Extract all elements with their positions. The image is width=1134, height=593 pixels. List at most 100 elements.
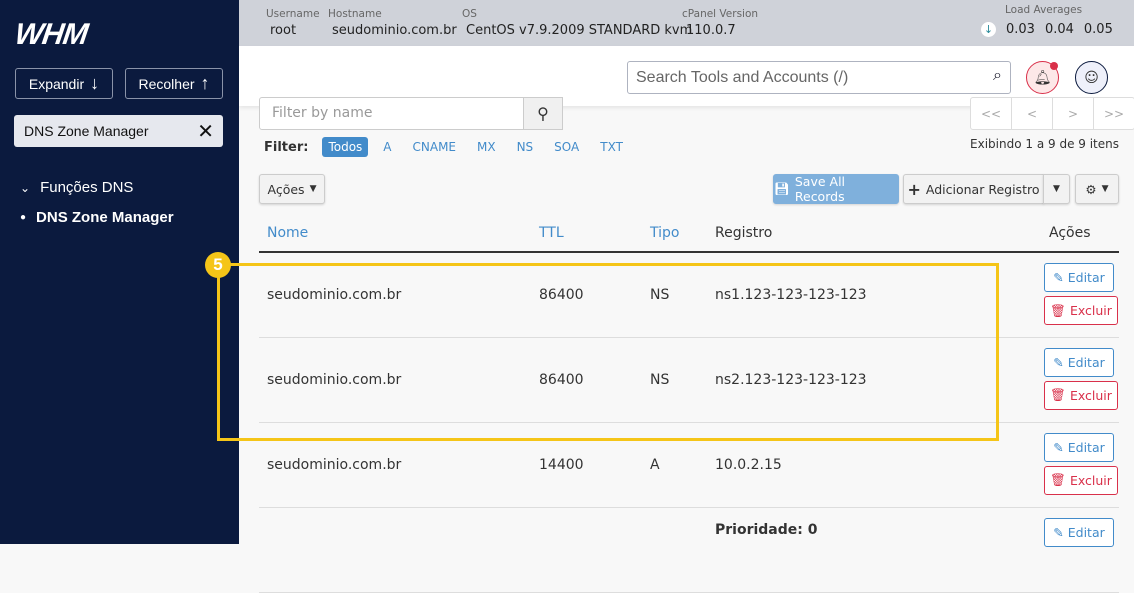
first-page-button[interactable]: <<	[971, 98, 1012, 129]
cpanel-value: 110.0.7	[686, 23, 736, 38]
load-5: 0.04	[1044, 22, 1074, 37]
annotation-badge: 5	[205, 252, 231, 278]
edit-label: Editar	[1067, 354, 1105, 370]
cell-actions: ✎ Editar	[1031, 507, 1119, 593]
trash-icon: 🗑︎	[1050, 472, 1066, 487]
chip-a[interactable]: A	[377, 137, 397, 157]
search-icon: ⌕	[993, 67, 1002, 84]
whm-logo: WHM	[12, 18, 90, 51]
filter-by-name-input[interactable]: Filter by name	[259, 97, 524, 130]
next-page-button[interactable]: >	[1053, 98, 1094, 129]
edit-button[interactable]: ✎ Editar	[1044, 432, 1114, 462]
edit-button[interactable]: ✎ Editar	[1044, 347, 1114, 377]
pencil-icon: ✎	[1053, 270, 1064, 285]
filter-label: Filter:	[264, 139, 309, 155]
cpanel-label: cPanel Version	[682, 8, 759, 20]
server-info-bar: Username root Hostname seudominio.com.br O…	[239, 0, 1134, 46]
caret-down-icon: ▼	[309, 184, 317, 194]
delete-label: Excluir	[1069, 303, 1112, 318]
os-label: OS	[462, 8, 477, 20]
cell-name	[259, 507, 531, 593]
delete-button[interactable]: 🗑︎ Excluir	[1044, 296, 1118, 325]
search-input[interactable]: Search Tools and Accounts (/) ⌕	[627, 61, 1011, 94]
trash-icon: 🗑︎	[1050, 387, 1066, 402]
gear-icon: ⚙	[1085, 181, 1097, 197]
pagination: << < > >>	[970, 97, 1134, 130]
user-icon: ☺︎	[1084, 69, 1099, 86]
expand-button[interactable]: Expandir ↓	[15, 68, 113, 99]
caret-down-icon: ▼	[1053, 184, 1060, 194]
edit-button[interactable]: ✎ Editar	[1044, 263, 1114, 292]
username-value: root	[270, 23, 297, 38]
load-label: Load Averages	[1005, 4, 1083, 16]
arrow-down-icon: ↓	[981, 22, 996, 37]
add-record-dropdown[interactable]: ▼	[1043, 174, 1070, 204]
record-value: Prioridade: 0	[715, 521, 818, 538]
actions-dropdown[interactable]: Ações ▼	[259, 174, 325, 204]
filter-placeholder: Filter by name	[272, 105, 373, 121]
user-button[interactable]: ☺︎	[1075, 61, 1108, 94]
cell-actions: ✎ Editar 🗑︎ Excluir	[1031, 252, 1119, 338]
delete-label: Excluir	[1069, 387, 1112, 403]
hostname-label: Hostname	[328, 8, 382, 20]
caret-down-icon: ▼	[1101, 184, 1109, 194]
column-tipo[interactable]: Tipo	[642, 215, 707, 253]
prev-page-button[interactable]: <	[1012, 98, 1053, 129]
sidebar: WHM Expandir ↓ Recolher ↑ DNS Zone Manager…	[0, 0, 239, 544]
hostname-value: seudominio.com.br	[332, 23, 457, 38]
collapse-button[interactable]: Recolher ↑	[125, 68, 223, 99]
edit-button[interactable]: ✎ Editar	[1044, 517, 1114, 547]
delete-button[interactable]: 🗑︎ Excluir	[1044, 380, 1118, 410]
pencil-icon: ✎	[1053, 524, 1064, 540]
notification-dot	[1050, 62, 1058, 70]
record-value: 10.0.2.15	[715, 456, 782, 473]
delete-label: Excluir	[1069, 472, 1112, 488]
chip-todos[interactable]: Todos	[322, 137, 369, 157]
sidebar-group-dns[interactable]: ⌄ Funções DNS	[20, 179, 133, 196]
column-registro: Registro	[707, 215, 1031, 253]
pencil-icon: ✎	[1053, 354, 1064, 370]
chip-ns[interactable]: NS	[511, 137, 540, 157]
chip-soa[interactable]: SOA	[548, 137, 585, 157]
chip-cname[interactable]: CNAME	[407, 137, 463, 157]
plus-icon: +	[907, 179, 921, 199]
settings-dropdown[interactable]: ⚙ ▼	[1075, 174, 1119, 204]
bell-icon: 🔔︎	[1033, 69, 1052, 86]
table-row: Prioridade: 0 ✎ Editar	[259, 507, 1119, 593]
annotation-highlight-box	[217, 263, 999, 441]
column-ttl[interactable]: TTL	[531, 215, 642, 253]
arrow-down-icon: ↓	[90, 73, 100, 93]
cell-record: Prioridade: 0	[707, 507, 1031, 593]
showing-count: Exibindo 1 a 9 de 9 itens	[970, 137, 1119, 151]
chip-txt[interactable]: TXT	[594, 137, 629, 157]
sidebar-filter-input[interactable]: DNS Zone Manager ✕	[14, 115, 223, 147]
add-record-label: Adicionar Registro	[925, 181, 1040, 197]
actions-label: Ações	[267, 181, 305, 197]
sidebar-item-dns-zone-manager[interactable]: ● DNS Zone Manager	[20, 209, 174, 226]
sidebar-filter-value: DNS Zone Manager	[24, 123, 149, 139]
column-acoes: Ações	[1031, 215, 1119, 253]
edit-label: Editar	[1067, 524, 1105, 540]
delete-button[interactable]: 🗑︎ Excluir	[1044, 465, 1118, 495]
collapse-label: Recolher	[138, 75, 195, 92]
clear-icon[interactable]: ✕	[197, 119, 214, 144]
os-value: CentOS v7.9.2009 STANDARD kvm	[466, 23, 693, 38]
load-1: 0.03	[1006, 22, 1035, 37]
expand-label: Expandir	[28, 75, 85, 92]
column-nome[interactable]: Nome	[259, 215, 531, 253]
edit-label: Editar	[1067, 439, 1105, 455]
add-record-button[interactable]: + Adicionar Registro	[903, 174, 1044, 204]
last-page-button[interactable]: >>	[1094, 98, 1134, 129]
save-all-records-button[interactable]: 💾︎ Save All Records	[773, 174, 899, 204]
type-filter: Filter: Todos A CNAME MX NS SOA TXT	[264, 137, 638, 157]
chip-mx[interactable]: MX	[471, 137, 502, 157]
filter-search-button[interactable]: ⚲	[523, 97, 563, 130]
group-label: Funções DNS	[40, 179, 134, 196]
arrow-up-icon: ↑	[200, 73, 210, 93]
edit-label: Editar	[1067, 270, 1105, 285]
cell-actions: ✎ Editar 🗑︎ Excluir	[1031, 337, 1119, 423]
username-label: Username	[266, 8, 320, 20]
notifications-button[interactable]: 🔔︎	[1026, 61, 1059, 94]
trash-icon: 🗑︎	[1050, 302, 1066, 318]
cell-type	[642, 507, 707, 593]
